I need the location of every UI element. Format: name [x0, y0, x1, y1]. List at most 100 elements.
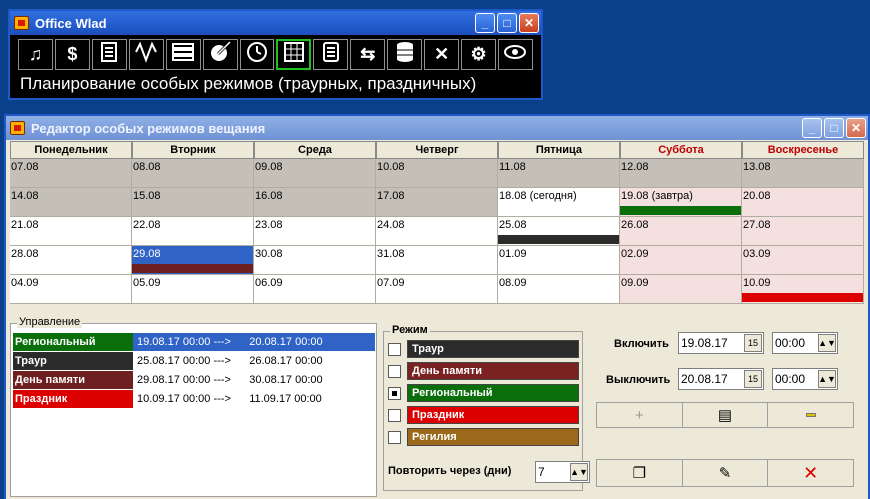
calendar-picker-icon[interactable]: 15 [744, 370, 762, 388]
calendar-day-cell[interactable]: 14.08 [10, 188, 132, 217]
calendar-day-cell[interactable]: 30.08 [254, 246, 376, 275]
document-tool-button[interactable] [91, 39, 127, 70]
calendar-day-cell[interactable]: 21.08 [10, 217, 132, 246]
disable-date-field[interactable]: 20.08.17 15 [678, 368, 764, 390]
enable-time-field[interactable]: 00:00 ▲▼ [772, 332, 838, 354]
calendar-day-cell[interactable]: 09.09 [620, 275, 742, 304]
calendar-day-cell[interactable]: 01.09 [498, 246, 620, 275]
eye-tool-button[interactable] [498, 39, 533, 70]
mode-checkbox[interactable] [388, 364, 401, 378]
mode-checkbox[interactable] [388, 430, 401, 444]
mode-label: Региональный [407, 384, 579, 402]
schedule-range: 10.09.17 00:00 ---> 11.09.17 00:00 [137, 392, 322, 405]
repeat-days-stepper[interactable]: 7 ▲▼ [535, 461, 590, 483]
exchange-tool-button[interactable]: ⇆ [350, 39, 386, 70]
calendar-day-cell[interactable]: 31.08 [376, 246, 498, 275]
clear-button[interactable]: ✎ [682, 460, 769, 486]
edit-tool-button[interactable] [202, 39, 238, 70]
maximize-button[interactable]: □ [497, 13, 517, 33]
spin-arrows-icon[interactable]: ▲▼ [818, 334, 836, 352]
schedule-row[interactable]: Траур 25.08.17 00:00 ---> 26.08.17 00:00 [13, 351, 375, 370]
calendar-day-cell[interactable]: 02.09 [620, 246, 742, 275]
calendar-day-cell[interactable]: 08.09 [498, 275, 620, 304]
mode-option[interactable]: Траур [388, 340, 579, 358]
calendar-day-cell[interactable]: 08.08 [132, 159, 254, 188]
close-button[interactable]: ✕ [519, 13, 539, 33]
calendar-picker-icon[interactable]: 15 [744, 334, 762, 352]
editor-maximize-button[interactable]: □ [824, 118, 844, 138]
mode-checkbox[interactable] [388, 386, 401, 400]
calendar-day-cell[interactable]: 23.08 [254, 217, 376, 246]
calendar-day-cell[interactable]: 06.09 [254, 275, 376, 304]
tools-tool-button[interactable]: ✕ [424, 39, 460, 70]
calendar-day-cell[interactable]: 28.08 [10, 246, 132, 275]
copy-icon: ▤ [717, 407, 733, 424]
mode-option[interactable]: Праздник [388, 406, 579, 424]
editor-close-button[interactable]: ✕ [846, 118, 866, 138]
calendar-day-cell[interactable]: 25.08 [498, 217, 620, 246]
calendar-day-cell[interactable]: 15.08 [132, 188, 254, 217]
repeat-days-value: 7 [538, 465, 545, 479]
calendar-day-cell[interactable]: 19.08 (завтра) [620, 188, 742, 217]
calendar-day-cell[interactable]: 10.09 [742, 275, 864, 304]
mode-option[interactable]: День памяти [388, 362, 579, 380]
add-button[interactable]: + [597, 403, 683, 427]
report-tool-button[interactable] [313, 39, 349, 70]
dollar-tool-button[interactable]: $ [54, 39, 90, 70]
database-tool-button[interactable] [387, 39, 423, 70]
mode-option[interactable]: Регилия [388, 428, 579, 446]
copy-button[interactable]: ▤ [682, 403, 769, 427]
office-wlad-window: Office Wlad _ □ ✕ ♫ $ ⇆ ✕ ⚙ Планирование осо… [8, 9, 543, 100]
calendar-tool-button[interactable] [276, 39, 312, 70]
calendar-day-cell[interactable]: 17.08 [376, 188, 498, 217]
mode-checkbox[interactable] [388, 342, 401, 356]
schedule-row[interactable]: День памяти 29.08.17 00:00 ---> 30.08.17 … [13, 370, 375, 389]
calendar-day-cell[interactable]: 18.08 (сегодня) [498, 188, 620, 217]
add-icon: + [634, 406, 644, 424]
calendar-day-cell[interactable]: 11.08 [498, 159, 620, 188]
spin-arrows-icon[interactable]: ▲▼ [570, 463, 588, 481]
schedule-range: 29.08.17 00:00 ---> 30.08.17 00:00 [137, 373, 323, 386]
calendar-day-cell[interactable]: 03.09 [742, 246, 864, 275]
calendar-day-cell[interactable]: 27.08 [742, 217, 864, 246]
music-tool-button[interactable]: ♫ [18, 39, 53, 70]
minimize-button[interactable]: _ [475, 13, 495, 33]
minus-icon [805, 413, 816, 417]
calendar-day-cell[interactable]: 20.08 [742, 188, 864, 217]
editor-minimize-button[interactable]: _ [802, 118, 822, 138]
calendar-week-row: 07.08 08.08 09.08 10.08 11.08 12.08 13.08 [10, 159, 868, 188]
schedule-list[interactable]: Региональный 19.08.17 00:00 ---> 20.08.17… [13, 332, 375, 408]
disable-time-field[interactable]: 00:00 ▲▼ [772, 368, 838, 390]
calendar-day-cell[interactable]: 22.08 [132, 217, 254, 246]
remove-button[interactable] [768, 403, 854, 427]
spin-arrows-icon[interactable]: ▲▼ [818, 370, 836, 388]
day-header: Среда [254, 141, 376, 159]
gear-tool-button[interactable]: ⚙ [461, 39, 496, 70]
calendar-day-cell[interactable]: 05.09 [132, 275, 254, 304]
calendar-day-cell[interactable]: 09.08 [254, 159, 376, 188]
paste-button[interactable]: ❐ [597, 460, 683, 486]
delete-button[interactable]: ✕ [768, 460, 854, 486]
calendar-day-cell[interactable]: 10.08 [376, 159, 498, 188]
tools-icon: ✕ [434, 44, 450, 64]
calendar-day-cell[interactable]: 04.09 [10, 275, 132, 304]
calendar-day-cell[interactable]: 16.08 [254, 188, 376, 217]
calendar-day-cell[interactable]: 26.08 [620, 217, 742, 246]
enable-date-field[interactable]: 19.08.17 15 [678, 332, 764, 354]
day-header: Понедельник [10, 141, 132, 159]
clock-tool-button[interactable] [239, 39, 275, 70]
calendar-day-cell[interactable]: 29.08 [132, 246, 254, 275]
calendar-day-cell[interactable]: 13.08 [742, 159, 864, 188]
list-tool-button[interactable] [165, 39, 201, 70]
calendar-day-cell[interactable]: 07.08 [10, 159, 132, 188]
calendar-day-cell[interactable]: 24.08 [376, 217, 498, 246]
wave-tool-button[interactable] [128, 39, 164, 70]
mode-option[interactable]: Региональный [388, 384, 579, 402]
pages-icon: ❐ [632, 465, 647, 482]
day-date: 09.09 [621, 277, 649, 289]
calendar-day-cell[interactable]: 12.08 [620, 159, 742, 188]
schedule-row[interactable]: Праздник 10.09.17 00:00 ---> 11.09.17 00:… [13, 389, 375, 408]
mode-checkbox[interactable] [388, 408, 401, 422]
calendar-day-cell[interactable]: 07.09 [376, 275, 498, 304]
schedule-row[interactable]: Региональный 19.08.17 00:00 ---> 20.08.17… [13, 332, 375, 351]
